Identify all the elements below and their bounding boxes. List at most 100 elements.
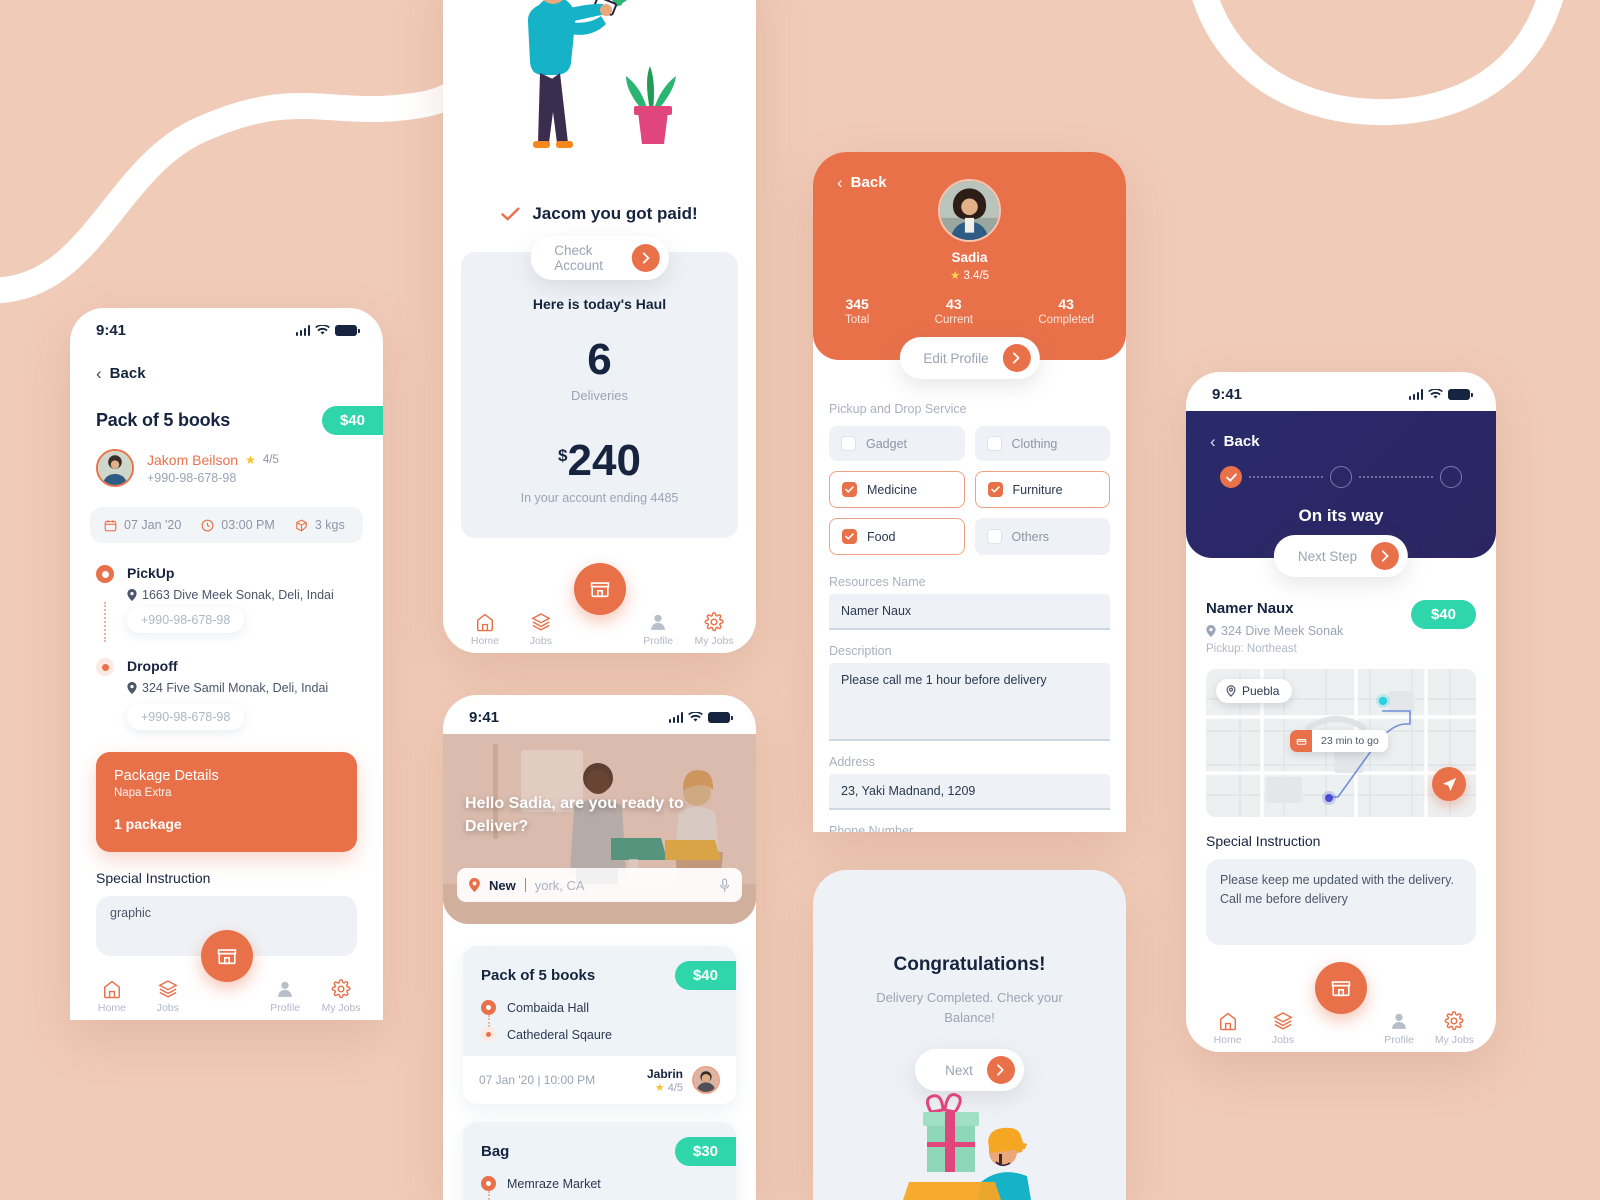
job-pickup: Memraze Market [507,1176,601,1191]
deliveries-count: 6 [587,335,612,384]
next-step-button[interactable]: Next Step [1273,535,1409,577]
description-field[interactable]: Please call me 1 hour before delivery [829,663,1110,741]
search-input[interactable]: New york, CA [457,868,742,902]
back-button[interactable]: ‹ Back [1210,433,1472,450]
job-price: $30 [674,1137,736,1166]
service-checkbox-furniture[interactable]: Furniture [974,471,1110,508]
job-list-item[interactable]: Bag $30 Memraze Market Filladelphia [463,1122,736,1200]
step-pending-icon[interactable] [1330,466,1352,488]
location-pin-icon [1206,625,1216,637]
sidebar-item-my-jobs[interactable]: My Jobs [686,612,742,647]
checkbox-icon [841,436,856,451]
dropoff-dot-icon [481,1027,496,1042]
deliveries-label: Deliveries [570,388,629,403]
price-badge: $40 [321,406,383,435]
step-done-icon[interactable] [1220,466,1242,488]
status-time: 9:41 [1212,386,1243,403]
battery-icon [335,325,360,336]
next-button[interactable]: Next [915,1049,1024,1091]
tracking-header: ‹ Back On its way Next Step [1186,411,1496,577]
star-icon: ★ [245,452,256,467]
service-checkbox-food[interactable]: Food [829,518,965,555]
gear-icon [331,979,351,999]
pickup-label: PickUp [127,565,175,581]
chevron-right-icon [1002,344,1031,372]
tracking-job-price: $40 [1410,600,1476,629]
battery-icon [708,712,733,723]
customer-phone: +990-98-678-98 [147,470,237,485]
service-checkbox-clothing[interactable]: Clothing [974,426,1110,461]
location-pin-icon [1226,685,1236,697]
sidebar-item-home[interactable]: Home [1200,1011,1255,1046]
address-field[interactable]: 23, Yaki Madnand, 1209 [829,774,1110,810]
map-place-label: Puebla [1216,679,1293,703]
greeting-text: Hello Sadia, are you ready to Deliver? [465,795,684,836]
checkbox-checked-icon [842,529,857,544]
wifi-icon [688,712,703,722]
meta-time: 03:00 PM [201,518,275,532]
sidebar-item-profile[interactable]: Profile [1371,1011,1426,1046]
checkbox-icon [986,529,1002,544]
edit-profile-button[interactable]: Edit Profile [899,337,1040,379]
sidebar-item-profile[interactable]: Profile [257,979,313,1014]
map-navigate-button[interactable] [1432,767,1466,801]
screen-tracking: 9:41 ‹ Back On its way Next Step Namer N… [1186,372,1496,1052]
sidebar-item-jobs[interactable]: Jobs [140,979,196,1014]
sidebar-item-my-jobs[interactable]: My Jobs [1427,1011,1482,1046]
microphone-icon[interactable] [719,877,730,893]
sidebar-item-home[interactable]: Home [457,612,513,647]
special-instruction-text[interactable]: Please keep me updated with the delivery… [1206,859,1476,945]
step-connector [1249,476,1323,478]
sidebar-item-jobs[interactable]: Jobs [513,612,569,647]
chevron-right-icon [631,244,660,272]
signal-icon [668,712,683,723]
screen-congratulations: Congratulations! Delivery Completed. Che… [813,870,1126,1200]
sidebar-item-jobs[interactable]: Jobs [1255,1011,1310,1046]
currency-symbol: $ [558,446,568,465]
screen-home: 9:41 Hello Sadia, are you ready to Deliv… [443,695,756,1200]
pickup-block: PickUp 1663 Dive Meek Sonak, Deli, Indai [96,565,357,602]
package-box-icon [1331,981,1351,997]
service-checkbox-gadget[interactable]: Gadget [829,426,965,461]
checkbox-checked-icon [842,482,857,497]
dropoff-phone-badge[interactable]: +990-98-678-98 [127,704,245,730]
truck-icon [1296,738,1306,745]
bottom-nav: Home Jobs Profile My Jobs [70,930,383,1020]
field-label-description: Description [829,644,892,658]
job-price: $40 [674,961,736,990]
service-checkbox-others[interactable]: Others [974,518,1110,555]
sidebar-item-profile[interactable]: Profile [630,612,686,647]
sidebar-item-home[interactable]: Home [84,979,140,1014]
job-title: Bag [481,1143,510,1160]
fab-package-button[interactable] [573,563,626,615]
chevron-left-icon: ‹ [1210,432,1216,451]
sidebar-item-my-jobs[interactable]: My Jobs [313,979,369,1014]
hero-banner: Hello Sadia, are you ready to Deliver? N… [443,734,756,924]
fab-package-button[interactable] [1315,962,1367,1014]
stat-completed: 43 Completed [1038,296,1094,326]
paid-illustration [443,0,756,200]
signal-icon [1408,389,1423,400]
check-account-button[interactable]: Check Account [530,236,669,280]
stat-current: 43 Current [934,296,974,326]
field-label-resources-name: Resources Name [829,575,926,589]
wifi-icon [315,325,330,335]
layers-icon [531,613,551,631]
pickup-phone-badge[interactable]: +990-98-678-98 [127,607,245,633]
job-dropoff: Cathederal Sqaure [507,1027,612,1042]
layers-icon [158,980,178,998]
back-button[interactable]: ‹ Back [96,365,357,382]
resources-name-field[interactable]: Namer Naux [829,594,1110,630]
step-pending-icon[interactable] [1440,466,1462,488]
haul-title: Here is today's Haul [532,296,667,312]
service-checkbox-medicine[interactable]: Medicine [829,471,965,508]
account-note: In your account ending 4485 [520,491,679,505]
service-section-label: Pickup and Drop Service [829,402,967,416]
job-list-item[interactable]: Pack of 5 books $40 Combaida Hall Cathed… [463,946,736,1104]
job-datetime: 07 Jan '20 | 10:00 PM [479,1073,596,1087]
dropoff-label: Dropoff [127,658,178,674]
gear-icon [704,612,724,632]
congrats-subtitle: Delivery Completed. Check your Balance! [876,990,1063,1025]
fab-package-button[interactable] [200,930,253,982]
map-view[interactable]: Puebla 23 min to go [1206,669,1476,817]
